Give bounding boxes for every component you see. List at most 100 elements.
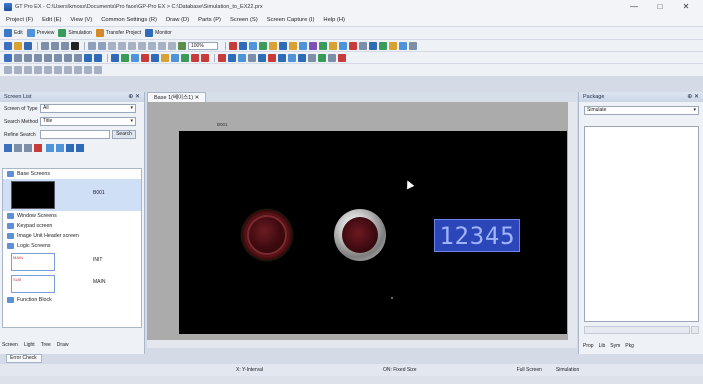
refine-search-input[interactable] — [40, 130, 110, 139]
menu-draw[interactable]: Draw (D) — [166, 17, 189, 23]
package-list[interactable] — [584, 126, 699, 322]
text-tool-icon[interactable] — [4, 53, 12, 62]
pin-icon[interactable]: ⊕ ✕ — [687, 92, 699, 102]
save-icon[interactable] — [24, 41, 32, 50]
align-middle-icon[interactable] — [44, 66, 52, 74]
status-full-screen[interactable]: Full Screen — [517, 367, 542, 373]
switch-lamp-icon[interactable] — [229, 41, 237, 50]
menu-help[interactable]: Help (H) — [323, 17, 345, 23]
tree-base-screens[interactable]: Base Screens — [3, 169, 141, 179]
picture-display-icon[interactable] — [279, 41, 287, 50]
keypad-icon[interactable] — [309, 41, 317, 50]
chart-icon[interactable] — [288, 53, 296, 62]
new-screen-icon[interactable] — [4, 143, 12, 152]
font-icon[interactable] — [14, 53, 22, 62]
tab-base-1[interactable]: Base 1(베이스1) ✕ — [147, 92, 207, 102]
open-icon[interactable] — [14, 41, 22, 50]
pin-icon[interactable]: ⊕ ✕ — [128, 92, 140, 102]
horizontal-scrollbar[interactable] — [147, 340, 577, 348]
delete-screen-icon[interactable] — [34, 143, 42, 152]
layer-icon[interactable] — [151, 53, 159, 62]
polyline-tool-icon[interactable] — [34, 53, 42, 62]
menu-screen-capture[interactable]: Screen Capture (I) — [267, 17, 315, 23]
script-icon[interactable] — [349, 41, 357, 50]
plus-icon[interactable] — [191, 53, 199, 62]
tree-logic-screens[interactable]: Logic Screens — [3, 241, 141, 251]
search-method-select[interactable]: Title ▾ — [40, 117, 136, 126]
tab-prop[interactable]: Prop — [583, 343, 594, 349]
rotate-icon[interactable] — [158, 41, 166, 50]
gear-icon[interactable] — [71, 41, 79, 50]
tab-pkg[interactable]: Pkg — [625, 343, 634, 349]
arrow-icon[interactable] — [248, 53, 256, 62]
fill-icon[interactable] — [111, 53, 119, 62]
data-display-icon[interactable] — [239, 41, 247, 50]
tab-sym[interactable]: Sym — [610, 343, 620, 349]
redo-icon[interactable] — [98, 41, 106, 50]
list-view-icon[interactable] — [46, 143, 54, 152]
minimize-button[interactable]: — — [621, 0, 647, 14]
data-transfer-icon[interactable] — [329, 41, 337, 50]
menu-edit[interactable]: Edit (E) — [42, 17, 61, 23]
scale-tool-icon[interactable] — [94, 53, 102, 62]
tree-window-screens[interactable]: Window Screens — [3, 211, 141, 221]
color-icon[interactable] — [121, 53, 129, 62]
preview-icon[interactable] — [26, 29, 35, 37]
maximize-button[interactable]: □ — [647, 0, 673, 14]
simulation-icon[interactable] — [58, 29, 67, 37]
copy-icon[interactable] — [51, 41, 59, 50]
recipe-icon[interactable] — [339, 41, 347, 50]
red-lamp[interactable] — [242, 210, 292, 260]
table-tool-icon[interactable] — [84, 53, 92, 62]
address-icon[interactable] — [359, 41, 367, 50]
distribute-v-icon[interactable] — [74, 66, 82, 74]
package-scrollbar[interactable] — [584, 326, 690, 334]
window-parts-icon[interactable] — [269, 41, 277, 50]
simulation-button[interactable]: Simulation — [68, 30, 91, 36]
rect-tool-icon[interactable] — [44, 53, 52, 62]
copy-screen-icon[interactable] — [14, 143, 22, 152]
error-check-tab[interactable]: Error Check — [6, 354, 42, 363]
level-icon[interactable] — [258, 53, 266, 62]
undo-icon[interactable] — [88, 41, 96, 50]
meter-icon[interactable] — [299, 41, 307, 50]
marker-icon[interactable] — [201, 53, 209, 62]
lock-icon[interactable] — [161, 53, 169, 62]
list-icon[interactable] — [298, 53, 306, 62]
menu-common-settings[interactable]: Common Settings (R) — [101, 17, 157, 23]
pie-tool-icon[interactable] — [74, 53, 82, 62]
menu-project[interactable]: Project (F) — [6, 17, 33, 23]
align-top-icon[interactable] — [34, 66, 42, 74]
align-right-icon[interactable] — [24, 66, 32, 74]
status-simulation[interactable]: Simulation — [556, 367, 579, 373]
monitor-icon[interactable] — [145, 29, 154, 37]
menu-screen[interactable]: Screen (S) — [230, 17, 258, 23]
monitor-button[interactable]: Monitor — [155, 30, 172, 36]
line-tool-icon[interactable] — [24, 53, 32, 62]
tab-lib[interactable]: Lib — [599, 343, 606, 349]
circle-tool-icon[interactable] — [54, 53, 62, 62]
numeric-display[interactable]: 1 2 3 4 5 — [434, 219, 520, 252]
tag-icon[interactable] — [379, 41, 387, 50]
transfer-project-button[interactable]: Transfer Project — [106, 30, 141, 36]
align-icon[interactable] — [108, 41, 116, 50]
arrow-right-icon[interactable] — [338, 53, 346, 62]
detail-view-icon[interactable] — [66, 143, 74, 152]
grid-icon[interactable] — [178, 41, 186, 50]
edit-button[interactable]: Edit — [14, 30, 23, 36]
close-button[interactable]: ✕ — [673, 0, 699, 14]
line-color-icon[interactable] — [141, 53, 149, 62]
hide-icon[interactable] — [171, 53, 179, 62]
preview-button[interactable]: Preview — [37, 30, 55, 36]
transfer-icon[interactable] — [95, 29, 104, 37]
tab-light[interactable]: Light — [24, 342, 35, 348]
ungroup-icon[interactable] — [128, 41, 136, 50]
align-left-icon[interactable] — [4, 66, 12, 74]
edit-icon[interactable] — [4, 29, 12, 37]
menu-parts[interactable]: Parts (P) — [198, 17, 221, 23]
screen-canvas[interactable]: 1 2 3 4 5 — [179, 131, 567, 334]
bold-b-icon[interactable] — [218, 53, 226, 62]
back-icon[interactable] — [148, 41, 156, 50]
symbol-icon[interactable] — [369, 41, 377, 50]
tree-keypad-screen[interactable]: Keypad screen — [3, 221, 141, 231]
